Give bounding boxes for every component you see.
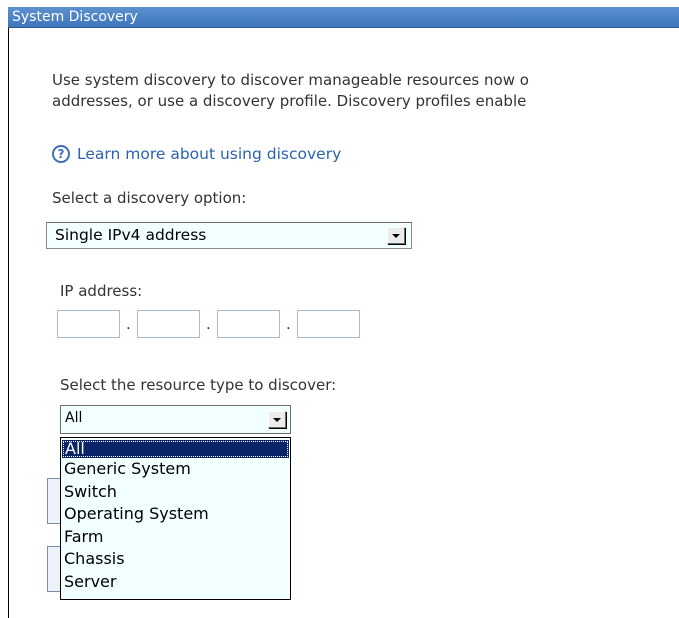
ip-octet-1-input[interactable] <box>57 310 120 338</box>
discovery-option-dropdown-button[interactable] <box>387 227 405 244</box>
chevron-down-icon <box>273 417 281 422</box>
resource-type-dropdown-button[interactable] <box>268 411 286 428</box>
resource-type-label: Select the resource type to discover: <box>60 376 337 394</box>
help-question-icon[interactable]: ? <box>52 145 70 163</box>
ip-address-label: IP address: <box>60 282 143 300</box>
help-link-row[interactable]: ? Learn more about using discovery <box>52 143 341 165</box>
ip-separator: . <box>126 315 131 333</box>
resource-option-all[interactable]: All <box>62 440 289 458</box>
discovery-option-select[interactable]: Single IPv4 address <box>46 222 412 249</box>
ip-separator: . <box>286 315 291 333</box>
resource-option-server[interactable]: Server <box>61 571 290 594</box>
discovery-option-label: Select a discovery option: <box>52 189 247 207</box>
chevron-down-icon <box>392 233 400 238</box>
resource-type-select[interactable]: All <box>60 405 291 434</box>
description-line-2: addresses, or use a discovery profile. D… <box>52 92 527 110</box>
description: Use system discovery to discover managea… <box>52 70 529 112</box>
resource-option-generic-system[interactable]: Generic System <box>61 458 290 481</box>
resource-type-value: All <box>65 410 83 426</box>
ip-separator: . <box>206 315 211 333</box>
panel-left-border <box>8 28 9 618</box>
learn-more-link[interactable]: Learn more about using discovery <box>77 145 341 163</box>
ip-octet-2-input[interactable] <box>137 310 200 338</box>
discovery-option-value: Single IPv4 address <box>55 226 207 244</box>
ip-octet-3-input[interactable] <box>217 310 280 338</box>
panel-title-bar: System Discovery <box>8 7 679 28</box>
resource-option-chassis[interactable]: Chassis <box>61 548 290 571</box>
ip-octet-4-input[interactable] <box>297 310 360 338</box>
resource-option-farm[interactable]: Farm <box>61 526 290 549</box>
panel-title: System Discovery <box>12 9 138 25</box>
resource-option-switch[interactable]: Switch <box>61 481 290 504</box>
resource-option-operating-system[interactable]: Operating System <box>61 503 290 526</box>
description-line-1: Use system discovery to discover managea… <box>52 71 529 89</box>
resource-type-options-list[interactable]: All Generic System Switch Operating Syst… <box>60 437 291 600</box>
